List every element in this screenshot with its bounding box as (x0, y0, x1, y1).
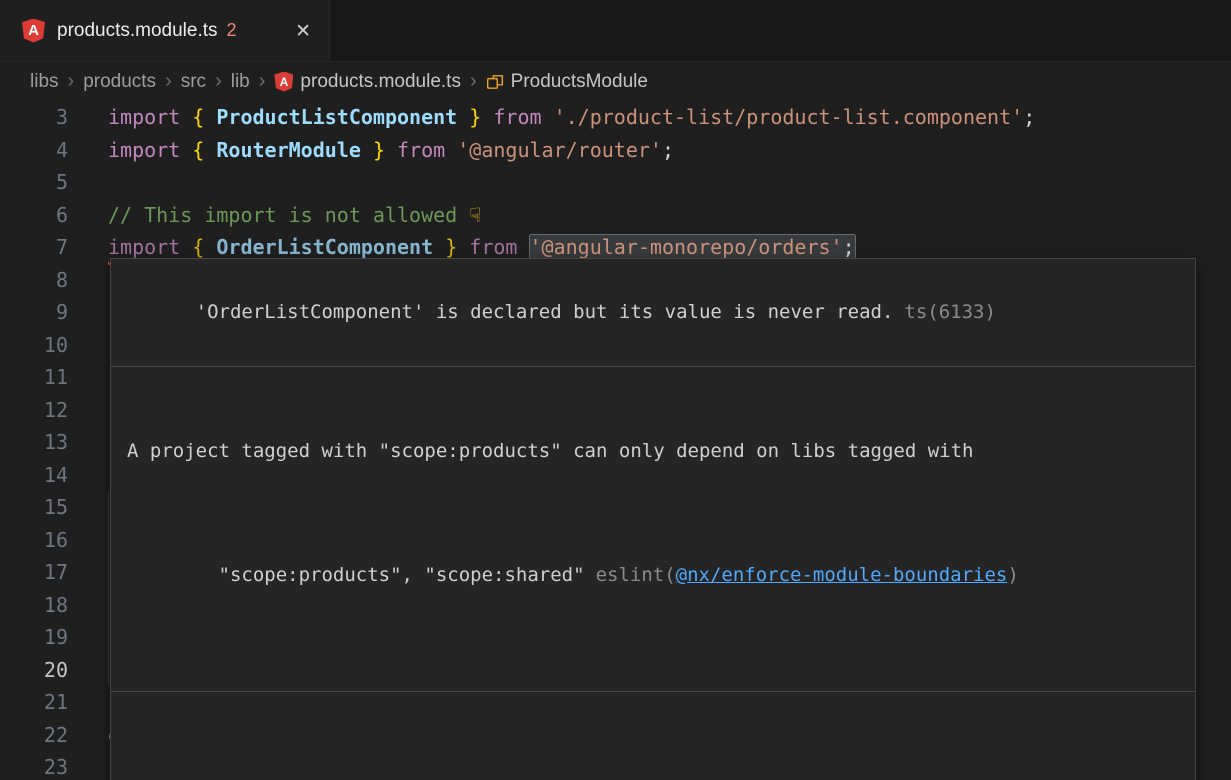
indent-guide (108, 524, 109, 557)
line-number[interactable]: 4 (0, 134, 68, 167)
line-number[interactable]: 9 (0, 296, 68, 329)
breadcrumb-item-lib[interactable]: lib (231, 71, 250, 93)
breadcrumb-label: libs (30, 71, 59, 93)
eslint-message-line2-text: "scope:products", "scope:shared" (219, 564, 585, 586)
breadcrumb-separator-icon: › (165, 70, 172, 93)
line-number[interactable]: 15 (0, 491, 68, 524)
ts-diagnostic-message: 'OrderListComponent' is declared but its… (111, 259, 1195, 367)
line-number[interactable]: 6 (0, 199, 68, 232)
symbol-class-icon (486, 73, 504, 91)
line-number[interactable]: 14 (0, 459, 68, 492)
ts-diagnostic-source: ts(6133) (904, 301, 996, 323)
line-number[interactable]: 21 (0, 686, 68, 719)
code-line-4[interactable]: 4 import { RouterModule } from '@angular/… (0, 134, 1231, 167)
breadcrumb-separator-icon: › (259, 70, 266, 93)
breadcrumb-item-products-module-ts[interactable]: products.module.ts (274, 71, 461, 93)
line-number[interactable]: 7 (0, 231, 68, 264)
eslint-source-prefix: eslint( (596, 564, 676, 586)
line-number[interactable]: 22 (0, 719, 68, 752)
eslint-message-line1: A project tagged with "scope:products" c… (127, 436, 1179, 467)
code-line-6[interactable]: 6 // This import is not allowed ☟ (0, 199, 1231, 232)
breadcrumb: libs › products › src › lib › products.module.ts… (0, 62, 1231, 101)
code-line-3[interactable]: 3 import { ProductListComponent } from '.… (0, 101, 1231, 134)
line-number[interactable]: 23 (0, 751, 68, 780)
line-number[interactable]: 12 (0, 394, 68, 427)
indent-guide (108, 589, 109, 622)
breadcrumb-label: products.module.ts (300, 71, 461, 93)
line-number[interactable]: 13 (0, 426, 68, 459)
line-number[interactable]: 20 (0, 654, 68, 687)
code-line-5[interactable]: 5 (0, 166, 1231, 199)
code-text: // This import is not allowed ☟ (108, 199, 481, 232)
tab-label: products.module.ts (57, 20, 218, 42)
breadcrumb-item-productsmodule[interactable]: ProductsModule (486, 71, 648, 93)
eslint-diagnostic-message: A project tagged with "scope:products" c… (111, 367, 1195, 692)
close-icon[interactable]: ✕ (277, 20, 311, 42)
breadcrumb-separator-icon: › (470, 70, 477, 93)
tab-bar: products.module.ts 2 ✕ (0, 0, 1231, 62)
line-number[interactable]: 17 (0, 556, 68, 589)
indent-guide (108, 621, 109, 654)
indent-guide (108, 654, 109, 687)
indent-guide (108, 491, 109, 524)
hover-popup: 'OrderListComponent' is declared but its… (110, 258, 1196, 780)
module-path-line1: module"/Users/isaac/Documents/code/nx-re… (127, 761, 1179, 780)
line-number[interactable]: 16 (0, 524, 68, 557)
line-number[interactable]: 8 (0, 264, 68, 297)
line-number[interactable]: 18 (0, 589, 68, 622)
angular-icon (22, 19, 45, 43)
breadcrumb-label: src (181, 71, 206, 93)
module-path-block: module"/Users/isaac/Documents/code/nx-re… (111, 692, 1195, 780)
angular-icon (274, 72, 293, 92)
line-number[interactable]: 11 (0, 361, 68, 394)
breadcrumb-label: ProductsModule (511, 71, 648, 93)
ts-diagnostic-text: 'OrderListComponent' is declared but its… (196, 301, 894, 323)
breadcrumb-label: lib (231, 71, 250, 93)
problem-count-badge: 2 (227, 20, 237, 41)
editor: 3 import { ProductListComponent } from '.… (0, 101, 1231, 780)
line-number[interactable]: 5 (0, 166, 68, 199)
code-text: import { RouterModule } from '@angular/r… (108, 134, 674, 167)
code-text: import { ProductListComponent } from './… (108, 101, 1035, 134)
breadcrumb-label: products (83, 71, 156, 93)
eslint-message-line2: "scope:products", "scope:shared" eslint(@… (127, 529, 1179, 622)
indent-guide (108, 556, 109, 589)
tab-products-module-ts[interactable]: products.module.ts 2 ✕ (0, 0, 330, 61)
line-number[interactable]: 3 (0, 101, 68, 134)
eslint-rule-link[interactable]: @nx/enforce-module-boundaries (676, 564, 1008, 586)
breadcrumb-item-products[interactable]: products (83, 71, 156, 93)
breadcrumb-item-src[interactable]: src (181, 71, 206, 93)
breadcrumb-separator-icon: › (68, 70, 75, 93)
breadcrumb-separator-icon: › (215, 70, 222, 93)
line-number[interactable]: 19 (0, 621, 68, 654)
eslint-source-suffix: ) (1007, 564, 1018, 586)
line-number[interactable]: 10 (0, 329, 68, 362)
breadcrumb-item-libs[interactable]: libs (30, 71, 59, 93)
